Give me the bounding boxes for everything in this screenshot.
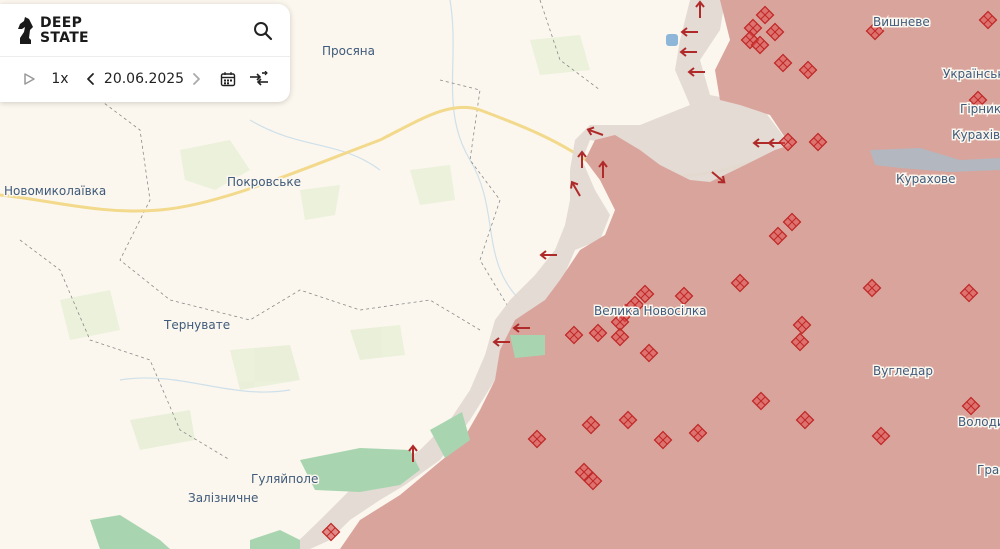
place-label: Покровське <box>227 175 301 189</box>
place-label: Курахове <box>896 172 956 186</box>
timeline-toolbar: 1x 20.06.2025 <box>0 64 290 94</box>
place-label: Тернувате <box>163 318 230 332</box>
panel-divider <box>0 56 290 57</box>
play-button[interactable] <box>18 64 40 94</box>
place-label: Вишневе <box>873 15 930 29</box>
place-label: Велика Новосілка <box>594 304 706 318</box>
calendar-icon <box>220 72 236 87</box>
water-body <box>666 34 678 46</box>
place-label: Графське <box>977 463 1000 477</box>
place-label: Володимирівка <box>958 415 1000 429</box>
knight-logo-icon <box>18 17 33 44</box>
compare-arrows-icon <box>250 71 268 86</box>
date-display[interactable]: 20.06.2025 <box>103 64 185 94</box>
place-label: Курахівка <box>952 128 1000 142</box>
place-label: Гірник <box>960 102 1000 116</box>
place-label: Вугледар <box>873 364 933 378</box>
compare-button[interactable] <box>246 64 272 94</box>
chevron-right-icon <box>193 73 200 85</box>
play-icon <box>24 73 35 85</box>
date-label: 20.06.2025 <box>103 71 185 87</box>
speed-button[interactable]: 1x <box>48 64 72 94</box>
speed-label: 1x <box>51 71 69 87</box>
place-label: Залізничне <box>188 491 258 505</box>
place-label: Гуляйполе <box>251 472 318 486</box>
previous-day-button[interactable] <box>82 64 100 94</box>
place-label: Просяна <box>322 44 375 58</box>
next-day-button[interactable] <box>187 64 205 94</box>
calendar-button[interactable] <box>216 64 240 94</box>
logo-line1: DEEP <box>40 15 83 31</box>
logo-line2: STATE <box>40 30 89 46</box>
search-icon <box>254 22 273 41</box>
chevron-left-icon <box>87 73 94 85</box>
logo[interactable]: DEEP STATE <box>16 14 89 48</box>
search-button[interactable] <box>250 18 276 44</box>
place-label: Новомиколаївка <box>4 184 106 198</box>
place-label: Український <box>943 67 1000 81</box>
control-panel: DEEP STATE 1x 20.06.2025 <box>0 4 290 102</box>
